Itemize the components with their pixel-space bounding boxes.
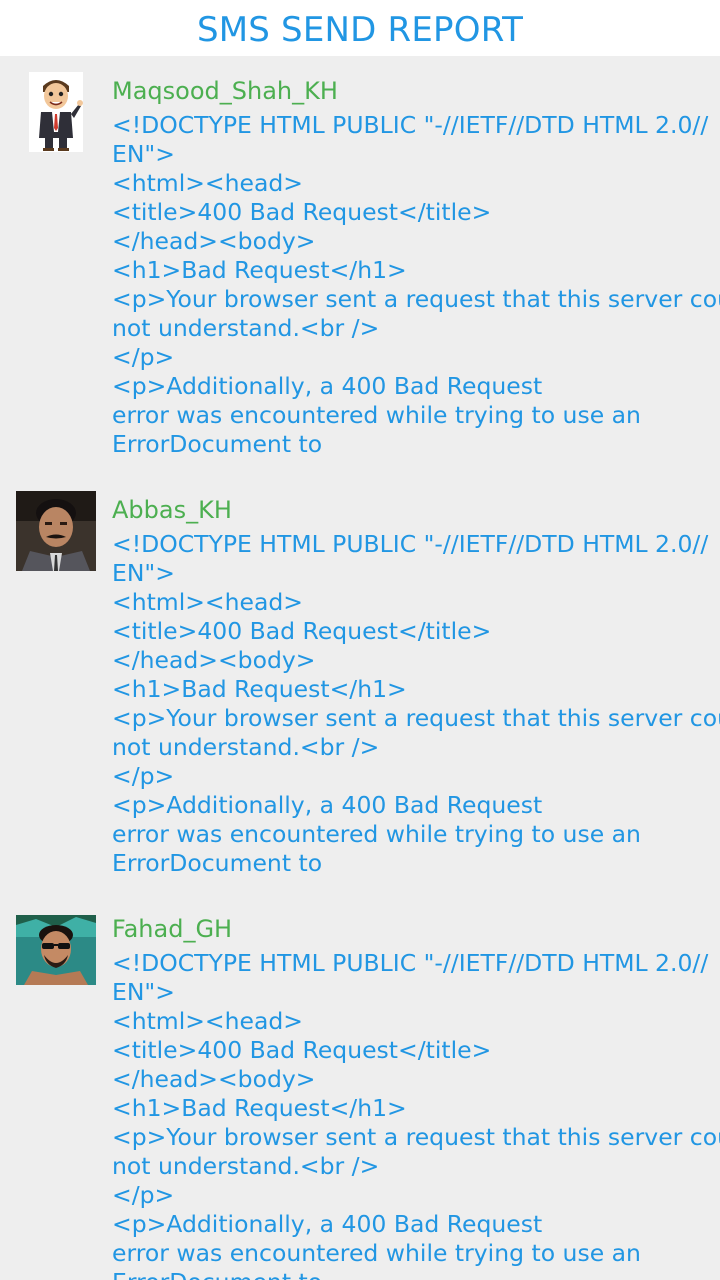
list-item[interactable]: Fahad_GH <!DOCTYPE HTML PUBLIC "-//IETF/… xyxy=(0,894,720,1280)
cartoon-businessman-avatar xyxy=(29,72,83,152)
message-text: <!DOCTYPE HTML PUBLIC "-//IETF//DTD HTML… xyxy=(112,111,720,458)
message-text: <!DOCTYPE HTML PUBLIC "-//IETF//DTD HTML… xyxy=(112,949,720,1280)
list-item[interactable]: Abbas_KH <!DOCTYPE HTML PUBLIC "-//IETF/… xyxy=(0,475,720,894)
app-header: SMS SEND REPORT xyxy=(0,0,720,56)
sms-report-list[interactable]: Maqsood_Shah_KH <!DOCTYPE HTML PUBLIC "-… xyxy=(0,56,720,1280)
man-with-mustache-avatar xyxy=(16,491,96,571)
contact-name: Fahad_GH xyxy=(112,915,233,943)
contact-name: Maqsood_Shah_KH xyxy=(112,77,338,105)
contact-name: Abbas_KH xyxy=(112,496,232,524)
page-title: SMS SEND REPORT xyxy=(196,10,524,50)
message-text: <!DOCTYPE HTML PUBLIC "-//IETF//DTD HTML… xyxy=(112,530,720,877)
man-with-sunglasses-avatar xyxy=(16,915,96,985)
list-item[interactable]: Maqsood_Shah_KH <!DOCTYPE HTML PUBLIC "-… xyxy=(0,56,720,475)
